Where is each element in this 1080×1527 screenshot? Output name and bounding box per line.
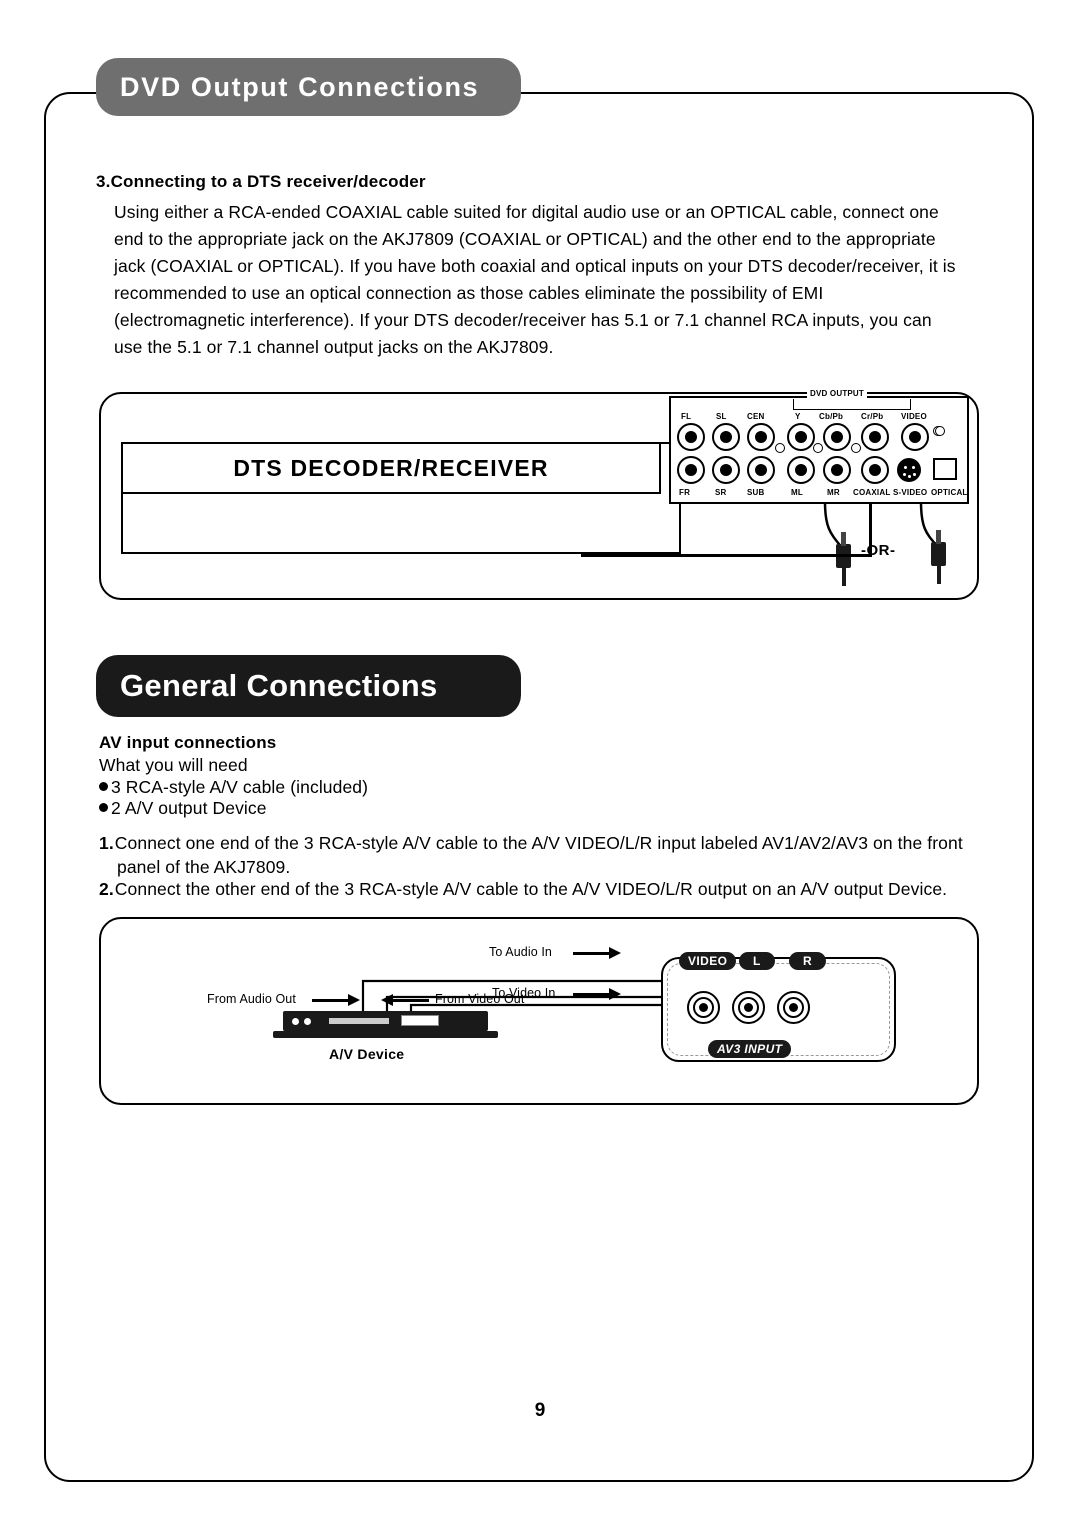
what-you-will-need-label: What you will need [99, 755, 248, 775]
section-header-dvd-output-connections: DVD Output Connections [96, 58, 521, 116]
arrow-to-audio-in [573, 947, 621, 959]
av-device-tray-slot [329, 1018, 389, 1024]
jack-coaxial [861, 456, 889, 484]
av3-jack-right [777, 991, 810, 1024]
list-item-cable-text: 3 RCA-style A/V cable (included) [111, 777, 369, 797]
av-device-base [273, 1031, 498, 1038]
subsection-heading-dts: 3.Connecting to a DTS receiver/decoder [96, 172, 426, 192]
subsection-title: Connecting to a DTS receiver/decoder [110, 172, 426, 191]
jack-screw-mid-right [851, 443, 861, 453]
dvd-output-bracket [793, 399, 911, 410]
jack-fr [677, 456, 705, 484]
jack-label-s-video: S-VIDEO [893, 488, 928, 497]
jack-sub [747, 456, 775, 484]
step-2-number: 2. [99, 879, 114, 899]
jack-label-ml: ML [791, 488, 803, 497]
page-number: 9 [534, 1400, 546, 1421]
subsection-heading-av-input: AV input connections [99, 733, 277, 752]
step-1: 1.Connect one end of the 3 RCA-style A/V… [99, 831, 984, 879]
optical-plug-cord [936, 566, 941, 584]
jack-cen [747, 423, 775, 451]
panel-title-dvd-output: DVD OUTPUT [807, 389, 867, 398]
section-title-text-general: General Connections [120, 668, 438, 703]
jack-sr [712, 456, 740, 484]
list-item-device-text: 2 A/V output Device [111, 798, 267, 818]
av-device-display [401, 1015, 439, 1026]
jack-video [901, 423, 929, 451]
jack-label-cen: CEN [747, 412, 765, 421]
step-1-text: Connect one end of the 3 RCA-style A/V c… [114, 833, 963, 853]
av3-input-tag: AV3 INPUT [708, 1040, 792, 1058]
arrow-from-audio-out [312, 994, 360, 1006]
figure-dts-connection: DTS DECODER/RECEIVER DVD OUTPUT FL SL CE… [99, 389, 979, 600]
jack-screw-mid [813, 443, 823, 453]
list-item-device: 2 A/V output Device [99, 798, 267, 819]
jack-label-mr: MR [827, 488, 840, 497]
av3-jack-left [732, 991, 765, 1024]
subsection-number: 3. [96, 172, 111, 191]
coaxial-plug-cord [841, 568, 846, 586]
dts-receiver-face: DTS DECODER/RECEIVER [121, 442, 661, 494]
coaxial-plug-tip [841, 532, 846, 546]
jack-label-fr: FR [679, 488, 691, 497]
av-device-led-1 [292, 1018, 299, 1025]
jack-label-fl: FL [681, 412, 692, 421]
jack-label-sr: SR [715, 488, 727, 497]
caption-to-audio-in: To Audio In [489, 945, 552, 959]
jack-optical [933, 458, 957, 480]
optical-plug-tip [936, 530, 941, 544]
list-item-cable: 3 RCA-style A/V cable (included) [99, 777, 368, 798]
arrow-to-video-in [573, 988, 621, 1000]
jack-crpb [861, 423, 889, 451]
jack-label-crpb: Cr/Pb [861, 412, 884, 421]
step-1-continued: panel of the AKJ7809. [117, 857, 291, 877]
section-title-text: DVD Output Connections [120, 71, 480, 102]
jack-ml [787, 456, 815, 484]
jack-y [787, 423, 815, 451]
jack-s-video [897, 458, 921, 482]
jack-cbpb [823, 423, 851, 451]
jack-label-r-av3: R [789, 952, 827, 970]
step-2-text: Connect the other end of the 3 RCA-style… [114, 879, 948, 899]
jack-label-cbpb: Cb/Pb [819, 412, 844, 421]
optical-plug-barrel [931, 542, 946, 566]
jack-mr [823, 456, 851, 484]
jack-label-video-av3: VIDEO [679, 952, 737, 970]
jack-label-sub: SUB [747, 488, 765, 497]
av-device-label: A/V Device [329, 1046, 405, 1062]
jack-label-video: VIDEO [901, 412, 927, 421]
dvd-output-jack-panel: DVD OUTPUT FL SL CEN Y Cb/Pb Cr/Pb VIDEO [669, 389, 969, 504]
jack-label-sl: SL [716, 412, 727, 421]
av-device-led-2 [304, 1018, 311, 1025]
jack-screw-top-right [935, 426, 945, 436]
bullet-dot-icon [99, 782, 108, 791]
dts-receiver-label: DTS DECODER/RECEIVER [233, 454, 549, 481]
step-2: 2.Connect the other end of the 3 RCA-sty… [99, 877, 984, 901]
av3-jack-video [687, 991, 720, 1024]
jack-label-l-av3: L [739, 952, 775, 970]
caption-from-video-out: From Video Out [435, 992, 525, 1006]
jack-label-optical: OPTICAL [931, 488, 968, 497]
jack-label-coaxial: COAXIAL [853, 488, 891, 497]
caption-from-audio-out: From Audio Out [207, 992, 296, 1006]
figure-av-connection: To Audio In To Video In From Audio Out F… [99, 917, 979, 1105]
jack-sl [712, 423, 740, 451]
jack-screw-mid-left [775, 443, 785, 453]
section-header-general-connections: General Connections [96, 655, 521, 717]
dts-paragraph: Using either a RCA-ended COAXIAL cable s… [114, 202, 956, 357]
jack-label-y: Y [795, 412, 801, 421]
dts-connection-line-horizontal [581, 554, 871, 557]
arrow-from-video-out [381, 994, 429, 1006]
step-1-number: 1. [99, 833, 114, 853]
jack-fl [677, 423, 705, 451]
bullet-dot-icon [99, 803, 108, 812]
